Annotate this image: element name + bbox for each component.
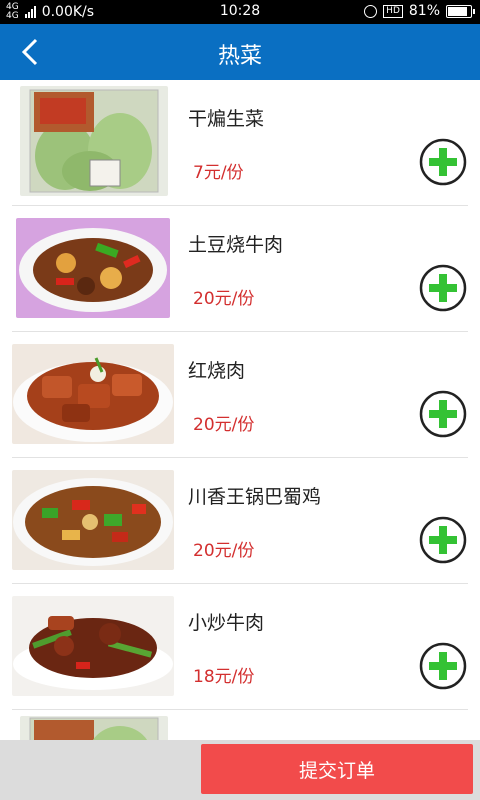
dish-item[interactable]: 红烧肉 20元/份: [0, 332, 480, 458]
dish-price: 20元/份: [193, 415, 255, 435]
dish-price: 18元/份: [193, 667, 255, 687]
dish-name: 川香王锅巴蜀鸡: [188, 486, 322, 508]
dish-name: 小炒牛肉: [188, 612, 265, 634]
battery-icon: [446, 4, 475, 18]
status-bar: 4G 4G 0.00K/s 10:28 HD 81%: [0, 0, 480, 24]
dish-item[interactable]: 干煸生菜 7元/份: [0, 80, 480, 206]
dish-name: 土豆烧牛肉: [188, 234, 284, 256]
alarm-icon: [364, 4, 378, 18]
page-title: 热菜: [217, 44, 262, 69]
dish-image: [20, 86, 168, 196]
dish-list[interactable]: 干煸生菜 7元/份 土豆烧牛肉 20元/份 红烧肉 20元/份 川香王锅巴蜀鸡 …: [0, 80, 480, 740]
add-button[interactable]: [419, 264, 467, 312]
hd-icon: HD: [383, 4, 403, 18]
dish-image: [16, 218, 170, 318]
dish-item[interactable]: [0, 710, 480, 740]
dish-item[interactable]: 川香王锅巴蜀鸡 20元/份: [0, 458, 480, 584]
add-button[interactable]: [419, 642, 467, 690]
battery-percent: 81%: [408, 3, 440, 19]
add-button[interactable]: [419, 138, 467, 186]
plus-circle-icon: [419, 642, 467, 690]
submit-order-button[interactable]: 提交订单: [201, 744, 473, 794]
title-bar: 热菜: [0, 24, 480, 80]
add-button[interactable]: [419, 390, 467, 438]
dish-price: 20元/份: [193, 541, 255, 561]
dish-price: 7元/份: [193, 163, 244, 183]
dish-item[interactable]: 小炒牛肉 18元/份: [0, 584, 480, 710]
plus-circle-icon: [419, 138, 467, 186]
plus-circle-icon: [419, 264, 467, 312]
dish-price: 20元/份: [193, 289, 255, 309]
dish-name: 干煸生菜: [188, 108, 265, 130]
plus-circle-icon: [419, 390, 467, 438]
dish-image: [12, 596, 174, 696]
dish-image: [12, 470, 174, 570]
plus-circle-icon: [419, 516, 467, 564]
dish-image: [20, 716, 168, 740]
dish-name: 红烧肉: [188, 360, 246, 382]
dish-image: [12, 344, 174, 444]
add-button[interactable]: [419, 516, 467, 564]
dish-item[interactable]: 土豆烧牛肉 20元/份: [0, 206, 480, 332]
